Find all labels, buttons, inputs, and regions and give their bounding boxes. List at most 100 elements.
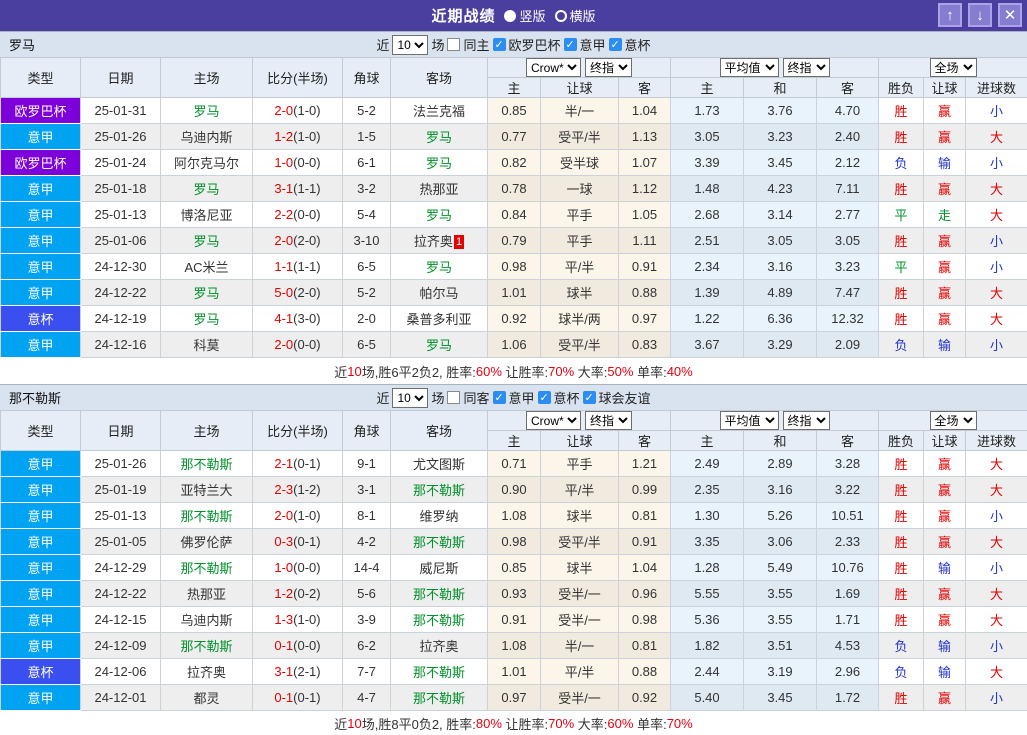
fulltime-score: 2-1 (274, 456, 293, 471)
away-team-name: 罗马 (426, 208, 452, 223)
move-up-button[interactable]: ↑ (938, 3, 962, 27)
fulltime-select[interactable]: 全场 (930, 411, 977, 430)
corners: 6-1 (343, 150, 391, 176)
avg-home-odds: 1.30 (671, 503, 744, 529)
col-header-score: 比分(半场) (253, 411, 343, 451)
avg-away-odds: 7.47 (817, 280, 879, 306)
summary-line: 近10场,胜8平0负2, 胜率:80% 让胜率:70% 大率:60% 单率:70… (0, 711, 1027, 735)
score-cell: 2-0(0-0) (253, 332, 343, 358)
team-name: 罗马 (9, 35, 35, 54)
corners: 6-5 (343, 254, 391, 280)
fulltime-group-header: 全场 (879, 411, 1027, 431)
home-team: 热那亚 (161, 581, 253, 607)
same-home-checkbox[interactable] (447, 38, 460, 51)
close-button[interactable]: ✕ (998, 3, 1022, 27)
handicap-home-odds: 0.98 (488, 529, 541, 555)
home-team-name: 阿尔克马尔 (174, 156, 239, 171)
away-team-name: 罗马 (426, 338, 452, 353)
score-cell: 5-0(2-0) (253, 280, 343, 306)
corners: 5-2 (343, 280, 391, 306)
team-section-header: 罗马 近 10 场 同主 欧罗巴杯 意甲 意杯 (0, 31, 1027, 57)
summary-stat-value: 50% (607, 364, 633, 379)
avg-home-odds: 2.51 (671, 228, 744, 254)
avg-draw-odds: 5.26 (744, 503, 817, 529)
result-handicap: 赢 (924, 124, 966, 150)
avg-home-odds: 3.67 (671, 332, 744, 358)
match-type-badge: 意甲 (1, 451, 81, 477)
filter-controls: 近 10 场 同客 意甲 意杯 球会友谊 (376, 388, 650, 408)
away-team: 那不勒斯 (391, 607, 488, 633)
match-type-badge: 意甲 (1, 503, 81, 529)
same-away-checkbox[interactable] (447, 391, 460, 404)
score-cell: 1-2(1-0) (253, 124, 343, 150)
team-name: 那不勒斯 (9, 388, 61, 407)
home-team: 拉齐奥 (161, 659, 253, 685)
match-date: 24-12-06 (81, 659, 161, 685)
competition-checkbox-europa[interactable] (493, 38, 506, 51)
odds-source-select[interactable]: Crow* (526, 58, 581, 77)
odds-source-select[interactable]: Crow* (526, 411, 581, 430)
competition-checkbox-seriea[interactable] (493, 391, 506, 404)
result-goals: 小 (966, 150, 1027, 176)
final-odds-select[interactable]: 终指 (585, 58, 632, 77)
result-handicap: 输 (924, 332, 966, 358)
col-header-type: 类型 (1, 58, 81, 98)
competition-checkbox-coppa[interactable] (538, 391, 551, 404)
competition-checkbox-coppa[interactable] (609, 38, 622, 51)
away-team-name: 那不勒斯 (413, 587, 465, 602)
halftime-score: (0-0) (293, 337, 320, 352)
handicap-home-odds: 0.98 (488, 254, 541, 280)
radio-horizontal-layout[interactable]: 横版 (555, 6, 596, 25)
fulltime-score: 3-1 (274, 181, 293, 196)
average-select[interactable]: 平均值 (720, 58, 779, 77)
avg-away-odds: 2.77 (817, 202, 879, 228)
move-down-button[interactable]: ↓ (968, 3, 992, 27)
away-team: 法兰克福 (391, 98, 488, 124)
result-goals: 小 (966, 633, 1027, 659)
avg-away-odds: 2.33 (817, 529, 879, 555)
average-select[interactable]: 平均值 (720, 411, 779, 430)
handicap-line: 平/半 (541, 477, 619, 503)
handicap-line: 受平/半 (541, 124, 619, 150)
match-count-select[interactable]: 10 (392, 388, 428, 408)
final-odds-select[interactable]: 终指 (585, 411, 632, 430)
match-date: 25-01-06 (81, 228, 161, 254)
radio-vertical-layout[interactable]: 竖版 (504, 6, 545, 25)
handicap-away-odds: 1.04 (619, 555, 671, 581)
fulltime-select[interactable]: 全场 (930, 58, 977, 77)
final-odds-select-2[interactable]: 终指 (783, 58, 830, 77)
home-team: 那不勒斯 (161, 503, 253, 529)
result-outcome: 胜 (879, 228, 924, 254)
fulltime-score: 1-0 (274, 560, 293, 575)
result-outcome: 胜 (879, 607, 924, 633)
competition-checkbox-friendly[interactable] (583, 391, 596, 404)
final-odds-select-2[interactable]: 终指 (783, 411, 830, 430)
away-team-name: 罗马 (426, 130, 452, 145)
avg-away-odds: 2.09 (817, 332, 879, 358)
handicap-home-odds: 0.97 (488, 685, 541, 711)
filter-games-label: 场 (431, 35, 444, 54)
corners: 6-5 (343, 332, 391, 358)
summary-stat-value: 60% (476, 364, 502, 379)
away-team: 尤文图斯 (391, 451, 488, 477)
col-header-date: 日期 (81, 411, 161, 451)
corners: 5-2 (343, 98, 391, 124)
sub-header: 客 (817, 431, 879, 451)
fulltime-score: 2-0 (274, 103, 293, 118)
match-row: 意甲25-01-05佛罗伦萨0-3(0-1)4-2那不勒斯0.98受平/半0.9… (1, 529, 1027, 555)
handicap-line: 半/一 (541, 98, 619, 124)
home-team-name: 拉齐奥 (187, 665, 226, 680)
avg-home-odds: 2.35 (671, 477, 744, 503)
match-type-badge: 意甲 (1, 202, 81, 228)
match-count-select[interactable]: 10 (392, 35, 428, 55)
score-cell: 1-1(1-1) (253, 254, 343, 280)
avg-draw-odds: 3.23 (744, 124, 817, 150)
handicap-line: 受半球 (541, 150, 619, 176)
avg-home-odds: 2.68 (671, 202, 744, 228)
competition-checkbox-seriea[interactable] (564, 38, 577, 51)
handicap-away-odds: 0.91 (619, 254, 671, 280)
corners: 7-7 (343, 659, 391, 685)
avg-draw-odds: 6.36 (744, 306, 817, 332)
window-title: 近期战绩 (431, 5, 495, 26)
avg-home-odds: 3.05 (671, 124, 744, 150)
